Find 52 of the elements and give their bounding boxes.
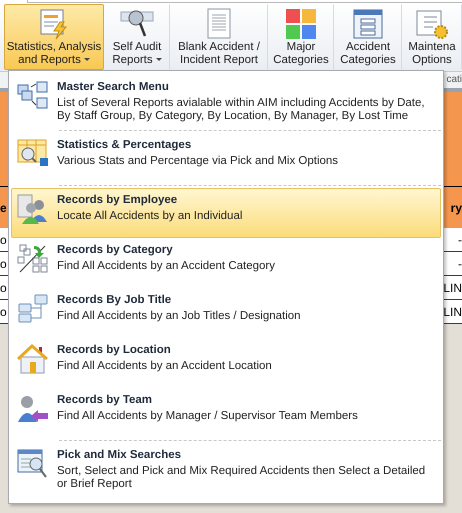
menu-item-title: Statistics & Percentages [57,138,192,153]
menu-item[interactable]: Records By Job Title Find All Accidents by an Job Titles / Designation [11,288,441,338]
menu-item-title: Records by Location [57,343,172,358]
menu-item-title: Master Search Menu [57,80,170,95]
table-icon [353,8,383,40]
table-cell-text: LIN [443,280,462,296]
house-icon [17,344,49,374]
categories-arrow-icon [17,244,49,274]
table-cell-text: o [0,256,7,272]
table-magnifier-icon [17,139,49,167]
document-icon [206,8,232,40]
ribbon-button[interactable]: Major Categories [268,4,334,70]
menu-item-title: Records By Job Title [57,293,172,308]
group-label: cati [446,73,462,87]
table-cell-text: LIN [443,304,462,320]
linked-documents-icon [17,81,49,111]
table-cell-text: o [0,280,7,296]
menu-item-description: Find All Accidents by Manager / Supervisor Team Members [57,410,358,423]
ribbon-button[interactable]: Maintena Options [402,4,462,70]
menu-item[interactable]: Master Search Menu List of Several Reports avialable within AIM including Accidents by Date, By Staff Group, By Category, By Location, By Manager, By Lost Time [11,75,441,128]
menu-item-description: Find All Accidents by an Accident Category [57,260,275,273]
menu-item-title: Records by Employee [57,193,178,208]
menu-item[interactable]: Pick and Mix Searches Sort, Select and Pick and Mix Required Accidents then Select a Detailed or Brief Report [11,443,441,496]
table-cell-text: o [0,232,7,248]
checklist-gear-icon [415,8,449,40]
report-lightning-icon [38,8,70,40]
hierarchy-icon [17,294,49,324]
menu-item-title: Records by Category [57,243,174,258]
menu-item[interactable]: Records by Location Find All Accidents by an Accident Location [11,338,441,388]
people-icon [17,194,49,224]
person-arrow-icon [17,394,49,424]
menu-item-description: Sort, Select and Pick and Mix Required Accidents then Select a Detailed or Brief Report [57,465,426,491]
column-header: e [0,200,7,216]
table-cell-text: - [458,256,462,272]
menu-item-description: Find All Accidents by an Job Titles / Designation [57,310,301,323]
table-cell-text: o [0,304,7,320]
ribbon-button[interactable]: Statistics, Analysis and Reports [4,4,104,70]
menu-item[interactable]: Records by Employee Locate All Accidents by an Individual [11,188,441,238]
ribbon-button[interactable]: Accident Categories [334,4,402,70]
color-squares-icon [285,8,317,40]
window-magnifier-icon [17,449,49,479]
table-cell-text: - [458,232,462,248]
menu-item-description: Locate All Accidents by an Individual [57,210,242,223]
column-header: ry [450,200,462,216]
menu-item-title: Records by Team [57,393,154,408]
menu-item-description: Find All Accidents by an Accident Location [57,360,272,373]
menu-item-title: Pick and Mix Searches [57,448,182,463]
menu-item[interactable]: Records by Team Find All Accidents by Manager / Supervisor Team Members [11,388,441,438]
menu-item[interactable]: Records by Category Find All Accidents by an Accident Category [11,238,441,288]
menu-item-description: List of Several Reports avialable within AIM including Accidents by Date, By Staff Group, By Category, By Location, By Manager, By Lost Time [57,97,426,123]
menu-item-description: Various Stats and Percentage via Pick and Mix Options [57,155,338,168]
menu-item[interactable]: Statistics & Percentages Various Stats and Percentage via Pick and Mix Options [11,133,441,183]
